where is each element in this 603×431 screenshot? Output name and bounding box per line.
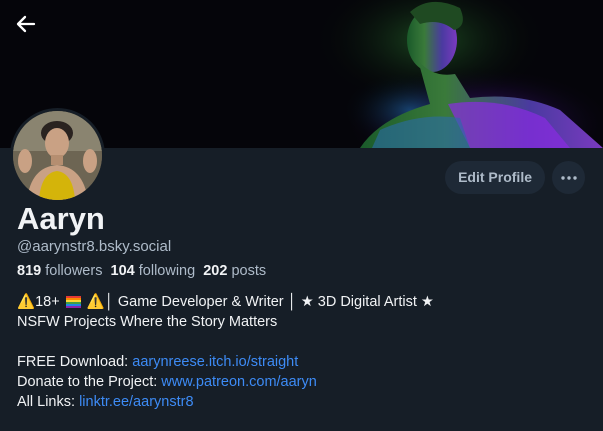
- profile-stats: 819 followers 104 following 202 posts: [17, 263, 266, 279]
- followers-count: 819: [17, 263, 42, 279]
- warning-icon: ⚠️: [86, 294, 105, 310]
- warning-icon: ⚠️: [17, 294, 36, 310]
- bio-line-1: ⚠️18+ ⚠️│ Game Developer & Writer │ ★ 3D…: [17, 292, 434, 312]
- posts-stat: 202 posts: [203, 263, 266, 279]
- bio-download-line: FREE Download: aarynreese.itch.io/straig…: [17, 352, 434, 372]
- profile-actions: Edit Profile: [445, 161, 585, 194]
- bio-donate-line: Donate to the Project: www.patreon.com/a…: [17, 372, 434, 392]
- rainbow-flag-icon: [65, 296, 81, 308]
- arrow-left-icon: [16, 15, 36, 33]
- profile-bio: ⚠️18+ ⚠️│ Game Developer & Writer │ ★ 3D…: [17, 292, 434, 412]
- bio-line-2: NSFW Projects Where the Story Matters: [17, 314, 278, 330]
- posts-label: posts: [231, 263, 267, 279]
- donate-label: Donate to the Project:: [17, 374, 158, 390]
- avatar[interactable]: [10, 108, 105, 203]
- following-count: 104: [110, 263, 135, 279]
- itch-link[interactable]: aarynreese.itch.io/straight: [132, 354, 298, 370]
- followers-stat[interactable]: 819 followers: [17, 263, 102, 279]
- avatar-image: [13, 111, 102, 200]
- more-options-button[interactable]: [552, 161, 585, 194]
- following-label: following: [138, 263, 196, 279]
- display-name: Aaryn: [17, 201, 105, 236]
- download-label: FREE Download:: [17, 354, 129, 370]
- followers-label: followers: [45, 263, 103, 279]
- bio-links-line: All Links: linktr.ee/aarynstr8: [17, 392, 434, 412]
- following-stat[interactable]: 104 following: [111, 263, 196, 279]
- ellipsis-icon: [560, 175, 577, 180]
- linktree-link[interactable]: linktr.ee/aarynstr8: [79, 394, 193, 410]
- back-button[interactable]: [10, 8, 42, 40]
- edit-profile-button[interactable]: Edit Profile: [445, 161, 545, 194]
- patreon-link[interactable]: www.patreon.com/aaryn: [161, 374, 317, 390]
- handle: @aarynstr8.bsky.social: [17, 238, 172, 255]
- age-rating: 18+: [35, 294, 60, 310]
- posts-count: 202: [203, 263, 228, 279]
- bio-tagline: │ Game Developer & Writer │ ★ 3D Digital…: [104, 294, 434, 310]
- links-label: All Links:: [17, 394, 76, 410]
